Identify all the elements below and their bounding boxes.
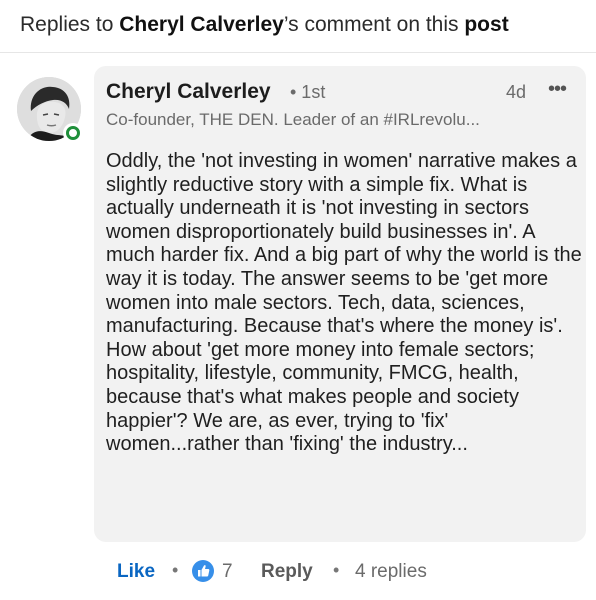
avatar[interactable]	[17, 77, 83, 143]
author-headline: Co-founder, THE DEN. Leader of an #IRLre…	[106, 110, 480, 129]
more-options-icon[interactable]: •••	[542, 79, 572, 102]
replies-link[interactable]: 4 replies	[355, 561, 427, 583]
separator-dot: •	[333, 560, 340, 580]
connection-degree: • 1st	[290, 82, 326, 102]
like-button[interactable]: Like	[117, 561, 155, 583]
header-post-link[interactable]: post	[464, 13, 508, 36]
page-header: Replies to Cheryl Calverley’s comment on…	[0, 0, 596, 53]
header-title: Replies to Cheryl Calverley’s comment on…	[20, 13, 509, 37]
reaction-count[interactable]: 7	[222, 561, 233, 583]
header-author-link[interactable]: Cheryl Calverley	[119, 13, 284, 36]
comment-bubble: Cheryl Calverley • 1st 4d ••• Co-founder…	[94, 66, 586, 542]
comment-text: Oddly, the 'not investing in women' narr…	[106, 150, 582, 456]
header-prefix: Replies to	[20, 13, 120, 36]
online-status-icon	[63, 123, 83, 143]
separator-dot: •	[172, 560, 179, 580]
header-middle: ’s comment on this	[283, 13, 465, 36]
comment-actions: Like • 7 Reply • 4 replies	[0, 555, 596, 589]
reply-button[interactable]: Reply	[261, 561, 313, 583]
comment-author-name[interactable]: Cheryl Calverley	[106, 80, 271, 104]
thumbs-up-icon[interactable]	[192, 560, 214, 582]
comment-timestamp: 4d	[506, 82, 527, 102]
